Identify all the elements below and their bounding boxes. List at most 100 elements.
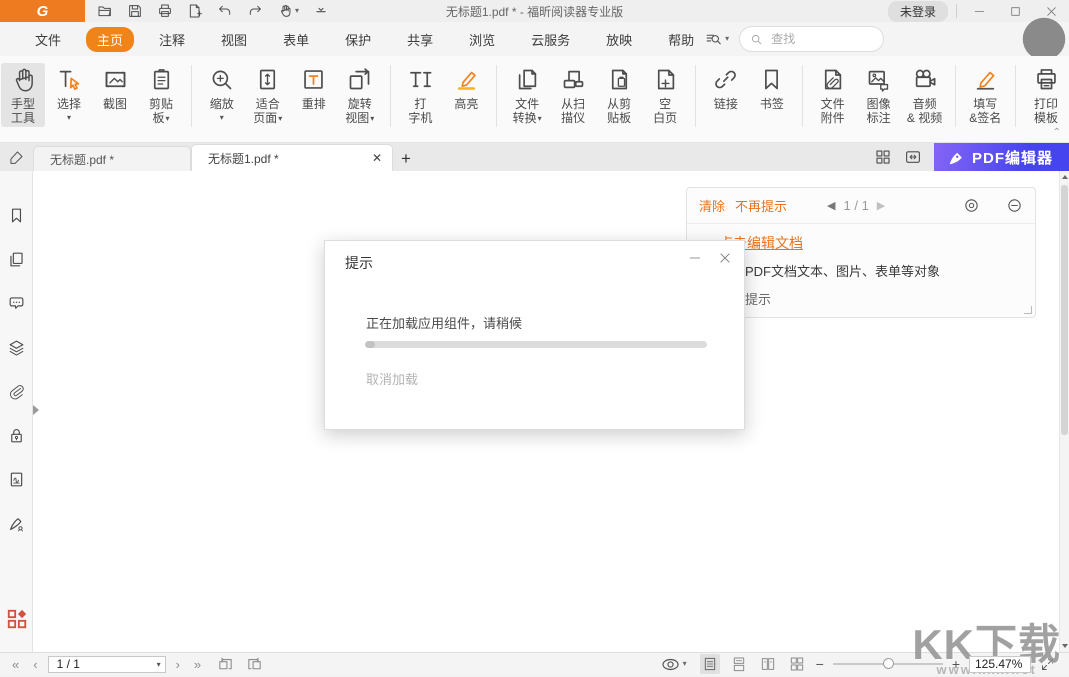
continuous-facing-layout-icon[interactable] <box>787 654 807 674</box>
menu-tab-10[interactable]: 放映 <box>595 27 643 52</box>
link-button[interactable]: 链接 <box>704 63 748 113</box>
collapse-circle-icon[interactable] <box>1006 197 1023 214</box>
zoom-value-box[interactable]: 125.47% <box>969 656 1031 673</box>
menu-tab-2[interactable]: 主页 <box>86 27 134 52</box>
target-circle-icon[interactable] <box>963 197 980 214</box>
facing-layout-icon[interactable] <box>758 654 778 674</box>
print-template-button[interactable]: 打印模板 <box>1024 63 1068 127</box>
sidebar-widgets-button[interactable] <box>0 608 33 630</box>
find-searchbox[interactable] <box>739 26 884 52</box>
print-button[interactable] <box>157 3 173 19</box>
pdf-editor-banner[interactable]: PDF编辑器 <box>934 143 1069 171</box>
cancel-loading-link[interactable]: 取消加载 <box>366 369 418 388</box>
sidebar-signature-field-button[interactable] <box>0 457 33 501</box>
fit-page-button[interactable]: 适合页面▾ <box>246 63 290 128</box>
tab-close-icon[interactable]: ✕ <box>372 152 382 164</box>
close-button[interactable] <box>1037 1 1065 21</box>
maximize-button[interactable] <box>1001 1 1029 21</box>
tab-switcher-icon[interactable] <box>904 148 922 166</box>
search-filter-button[interactable]: ▾ <box>705 31 729 48</box>
new-document-button[interactable] <box>187 3 203 19</box>
zoom-slider-knob[interactable] <box>883 658 894 669</box>
sidebar-signature-button[interactable] <box>0 501 33 545</box>
sidebar-security-button[interactable] <box>0 413 33 457</box>
menu-tab-9[interactable]: 云服务 <box>520 27 581 52</box>
tab-edit-button[interactable] <box>0 143 33 171</box>
menu-tab-11[interactable]: 帮助 <box>657 27 705 52</box>
dialog-minimize-icon[interactable] <box>688 251 702 265</box>
select-cursor-button[interactable]: 选择▾ <box>47 63 91 127</box>
next-view-icon[interactable] <box>246 656 263 673</box>
first-page-icon[interactable]: « <box>8 658 23 671</box>
fill-sign-button[interactable]: 填写&签名 <box>963 63 1007 127</box>
tip-dont-remind[interactable]: 不再提示 <box>719 289 1021 308</box>
minimize-button[interactable] <box>965 1 993 21</box>
zoom-out-button[interactable]: − <box>816 657 824 671</box>
toolbar-customize-button[interactable] <box>313 3 329 19</box>
last-page-icon[interactable]: » <box>190 658 205 671</box>
continuous-layout-icon[interactable] <box>729 654 749 674</box>
bookmark-button[interactable]: 书签 <box>750 63 794 113</box>
zoom-tool-icon <box>208 66 235 93</box>
sidebar-bookmark-button[interactable] <box>0 193 33 237</box>
view-mode-button[interactable]: ▾ <box>661 655 687 674</box>
snapshot-button[interactable]: 截图 <box>93 63 137 113</box>
vertical-scrollbar[interactable] <box>1059 171 1069 652</box>
sidebar-page-thumbnails-button[interactable] <box>0 237 33 281</box>
clipboard-button[interactable]: 剪贴板▾ <box>139 63 183 128</box>
clear-link[interactable]: 清除 <box>699 196 725 215</box>
dialog-close-icon[interactable] <box>718 251 732 265</box>
login-button[interactable]: 未登录 <box>888 1 948 22</box>
menu-tab-6[interactable]: 保护 <box>334 27 382 52</box>
undo-button[interactable] <box>217 3 233 19</box>
audio-video-button[interactable]: 音频& 视频 <box>903 63 947 127</box>
panel-expand-arrow-icon[interactable] <box>33 405 39 415</box>
menu-tab-8[interactable]: 浏览 <box>458 27 506 52</box>
zoom-in-button[interactable]: + <box>952 657 960 671</box>
scroll-down-icon[interactable] <box>1062 644 1068 648</box>
menu-tab-5[interactable]: 表单 <box>272 27 320 52</box>
sidebar-comments-button[interactable] <box>0 281 33 325</box>
typewriter-button[interactable]: 打字机 <box>398 63 442 127</box>
new-tab-button[interactable]: + <box>393 146 419 171</box>
reflow-button[interactable]: 重排 <box>292 63 336 113</box>
from-clipboard-button[interactable]: 从剪贴板 <box>597 63 641 127</box>
pager-prev-icon[interactable]: ◀ <box>827 199 835 212</box>
menu-tab-3[interactable]: 注释 <box>148 27 196 52</box>
prev-page-icon[interactable]: ‹ <box>29 658 41 671</box>
from-scanner-button[interactable]: 从扫描仪 <box>551 63 595 127</box>
save-button[interactable] <box>127 3 143 19</box>
menu-tab-7[interactable]: 共享 <box>396 27 444 52</box>
hand-select-button[interactable]: ▾ <box>277 3 299 19</box>
rotate-view-button[interactable]: 旋转视图▾ <box>338 63 382 128</box>
fullscreen-expand-icon[interactable] <box>1040 657 1055 672</box>
open-folder-button[interactable] <box>97 3 113 19</box>
scroll-up-icon[interactable] <box>1062 175 1068 179</box>
hand-tool-button[interactable]: 手型工具 <box>1 63 45 127</box>
redo-button[interactable] <box>247 3 263 19</box>
zoom-slider[interactable] <box>833 657 943 671</box>
next-page-icon[interactable]: › <box>172 658 184 671</box>
tab-grid-icon[interactable] <box>874 148 892 166</box>
ribbon-collapse-icon[interactable]: ⌃ <box>1053 127 1061 138</box>
dont-remind-link[interactable]: 不再提示 <box>735 196 787 215</box>
panel-resize-handle[interactable] <box>1024 306 1032 314</box>
file-convert-button[interactable]: 文件转换▾ <box>505 63 549 128</box>
blank-page-button[interactable]: 空白页 <box>643 63 687 127</box>
single-page-layout-icon[interactable] <box>700 654 720 674</box>
image-annotation-button[interactable]: 图像标注 <box>857 63 901 127</box>
document-tab-1[interactable]: 无标题.pdf * <box>33 146 191 171</box>
highlight-button[interactable]: 高亮 <box>444 63 488 113</box>
zoom-tool-button[interactable]: 缩放▾ <box>200 63 244 127</box>
menu-tab-4[interactable]: 视图 <box>210 27 258 52</box>
previous-view-icon[interactable] <box>217 656 234 673</box>
sidebar-layers-button[interactable] <box>0 325 33 369</box>
pager-next-icon[interactable]: ▶ <box>877 199 885 212</box>
page-number-box[interactable]: 1 / 1 ▾ <box>48 656 166 673</box>
scrollbar-thumb[interactable] <box>1061 185 1068 435</box>
menu-tab-1[interactable]: 文件 <box>24 27 72 52</box>
document-tab-2[interactable]: 无标题1.pdf *✕ <box>191 144 393 171</box>
sidebar-attachment-button[interactable] <box>0 369 33 413</box>
search-input[interactable] <box>769 31 873 47</box>
file-attachment-button[interactable]: 文件附件 <box>811 63 855 127</box>
